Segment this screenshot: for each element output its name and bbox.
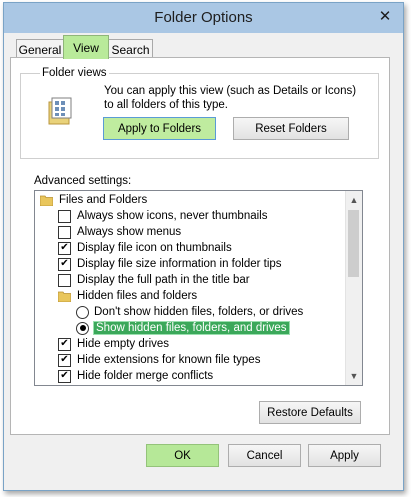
- scroll-up-icon[interactable]: ▲: [346, 192, 362, 208]
- scrollbar-thumb[interactable]: [348, 210, 359, 277]
- list-item[interactable]: Always show icons, never thumbnails: [58, 208, 267, 224]
- checkbox[interactable]: [58, 273, 71, 287]
- tab-general[interactable]: General: [16, 39, 64, 59]
- reset-folders-button[interactable]: Reset Folders: [233, 117, 349, 140]
- folder-view-icon: [48, 97, 72, 125]
- list-item[interactable]: ✔ Display file icon on thumbnails: [58, 240, 232, 256]
- list-item[interactable]: ✔ Display file size information in folde…: [58, 256, 282, 272]
- restore-defaults-button[interactable]: Restore Defaults: [259, 401, 361, 424]
- ok-button[interactable]: OK: [146, 444, 219, 467]
- checkbox-checked[interactable]: ✔: [58, 369, 71, 383]
- list-item-selected[interactable]: Show hidden files, folders, and drives: [76, 320, 290, 336]
- radio-button[interactable]: [76, 305, 89, 319]
- checkbox[interactable]: [58, 209, 71, 223]
- folder-icon: [40, 195, 53, 206]
- list-item[interactable]: ✔ Hide empty drives: [58, 336, 169, 352]
- window-title: Folder Options: [154, 9, 253, 26]
- title-bar[interactable]: Folder Options ✕: [4, 3, 403, 33]
- tab-view[interactable]: View: [63, 35, 109, 59]
- checkbox-checked[interactable]: ✔: [58, 353, 71, 367]
- checkbox-checked[interactable]: ✔: [58, 241, 71, 255]
- list-item[interactable]: Don't show hidden files, folders, or dri…: [76, 304, 303, 320]
- folder-views-description: You can apply this view (such as Details…: [104, 85, 357, 111]
- check-icon: ✔: [60, 242, 69, 253]
- list-item[interactable]: ✔ Hide extensions for known file types: [58, 352, 260, 368]
- check-icon: ✔: [60, 338, 69, 349]
- radio-dot: [79, 325, 86, 331]
- cancel-button[interactable]: Cancel: [228, 444, 301, 467]
- apply-to-folders-button[interactable]: Apply to Folders: [103, 117, 216, 140]
- checkbox-checked[interactable]: ✔: [58, 257, 71, 271]
- apply-button[interactable]: Apply: [308, 444, 381, 467]
- list-item[interactable]: Display the full path in the title bar: [58, 272, 250, 288]
- checkbox-checked[interactable]: ✔: [58, 337, 71, 351]
- check-icon: ✔: [60, 258, 69, 269]
- folder-icon: [58, 291, 71, 302]
- vertical-scrollbar[interactable]: ▲ ▼: [345, 191, 362, 385]
- close-button[interactable]: ✕: [375, 7, 395, 25]
- scroll-down-icon[interactable]: ▼: [346, 368, 362, 384]
- list-item[interactable]: ✔ Hide folder merge conflicts: [58, 368, 213, 384]
- list-item-files-and-folders: Files and Folders: [40, 192, 147, 208]
- tab-search[interactable]: Search: [108, 39, 153, 59]
- check-icon: ✔: [60, 370, 69, 381]
- folder-views-label: Folder views: [40, 67, 109, 79]
- checkbox[interactable]: [58, 225, 71, 239]
- list-item-hidden-files-folder: Hidden files and folders: [58, 288, 197, 304]
- advanced-settings-list[interactable]: Files and Folders Always show icons, nev…: [34, 190, 363, 386]
- radio-button-checked[interactable]: [76, 321, 89, 335]
- check-icon: ✔: [60, 354, 69, 365]
- close-icon: ✕: [378, 7, 392, 25]
- list-item[interactable]: Always show menus: [58, 224, 181, 240]
- advanced-settings-label: Advanced settings:: [34, 175, 132, 187]
